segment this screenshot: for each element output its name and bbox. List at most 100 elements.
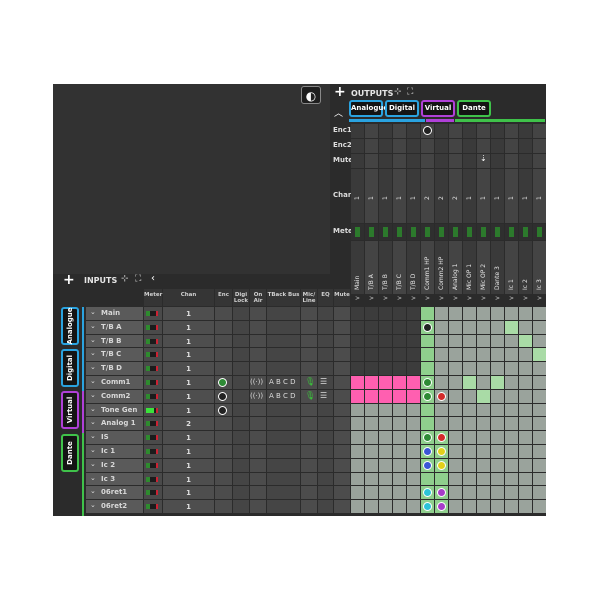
route-cell[interactable]: [519, 500, 532, 513]
input-param-cell[interactable]: [267, 458, 300, 472]
input-param-cell[interactable]: [334, 307, 350, 320]
enc1-indicator[interactable]: [423, 126, 432, 135]
route-cell[interactable]: [533, 389, 546, 403]
route-cell[interactable]: [435, 376, 448, 389]
input-param-cell[interactable]: [233, 403, 249, 417]
input-param-cell[interactable]: [318, 307, 333, 320]
input-param-cell[interactable]: [318, 403, 333, 417]
input-tab-virtual[interactable]: Virtual: [61, 391, 79, 429]
route-cell[interactable]: [407, 403, 420, 417]
route-cell[interactable]: [505, 458, 518, 472]
route-cell[interactable]: [393, 472, 406, 486]
route-point-indicator[interactable]: [423, 447, 432, 456]
route-cell[interactable]: [407, 445, 420, 458]
route-cell[interactable]: [393, 417, 406, 431]
route-cell[interactable]: [379, 458, 392, 472]
output-param-cell[interactable]: [351, 124, 364, 138]
route-point-indicator[interactable]: [437, 447, 446, 456]
output-expand-chevron[interactable]: >: [533, 295, 546, 302]
route-cell[interactable]: [477, 362, 490, 375]
route-cell[interactable]: [533, 417, 546, 431]
input-param-cell[interactable]: [318, 458, 333, 472]
chevron-down-icon[interactable]: ⌄: [90, 460, 96, 468]
input-param-cell[interactable]: [301, 307, 317, 320]
route-cell[interactable]: [379, 362, 392, 375]
route-cell[interactable]: [365, 307, 378, 320]
output-param-cell[interactable]: [519, 154, 532, 168]
route-cell[interactable]: [365, 472, 378, 486]
chevron-up-icon[interactable]: ︿: [334, 106, 343, 119]
route-cell[interactable]: [449, 417, 462, 431]
route-cell[interactable]: [379, 500, 392, 513]
input-param-cell[interactable]: [301, 320, 317, 334]
route-cell[interactable]: [449, 376, 462, 389]
route-cell[interactable]: [505, 431, 518, 444]
output-param-cell[interactable]: [449, 139, 462, 153]
route-cell[interactable]: [421, 334, 434, 348]
route-cell[interactable]: [519, 445, 532, 458]
route-cell[interactable]: [463, 403, 476, 417]
route-cell[interactable]: [533, 472, 546, 486]
route-cell[interactable]: [365, 334, 378, 348]
output-expand-chevron[interactable]: >: [519, 295, 532, 302]
output-param-cell[interactable]: [393, 139, 406, 153]
input-param-cell[interactable]: [267, 362, 300, 375]
route-cell[interactable]: [505, 334, 518, 348]
output-expand-chevron[interactable]: >: [477, 295, 490, 302]
route-cell[interactable]: [435, 320, 448, 334]
output-expand-chevron[interactable]: >: [407, 295, 420, 302]
input-param-cell[interactable]: [250, 362, 266, 375]
input-param-cell[interactable]: [233, 389, 249, 403]
chevron-down-icon[interactable]: ⌄: [90, 336, 96, 344]
route-cell[interactable]: [407, 376, 420, 389]
input-param-cell[interactable]: [334, 389, 350, 403]
expand-icon[interactable]: ⛶: [135, 274, 141, 284]
route-cell[interactable]: [435, 403, 448, 417]
route-cell[interactable]: [393, 500, 406, 513]
eq-icon[interactable]: ☰: [320, 377, 327, 386]
input-param-cell[interactable]: [215, 417, 232, 431]
route-cell[interactable]: [477, 376, 490, 389]
route-cell[interactable]: [533, 307, 546, 320]
route-cell[interactable]: [505, 486, 518, 500]
output-param-cell[interactable]: [491, 154, 504, 168]
input-param-cell[interactable]: [250, 348, 266, 362]
input-param-cell[interactable]: [267, 500, 300, 513]
route-cell[interactable]: [351, 486, 364, 500]
output-param-cell[interactable]: [407, 154, 420, 168]
enc-indicator[interactable]: [218, 378, 227, 387]
route-cell[interactable]: [519, 472, 532, 486]
route-cell[interactable]: [491, 445, 504, 458]
output-param-cell[interactable]: [449, 154, 462, 168]
route-cell[interactable]: [533, 334, 546, 348]
input-param-cell[interactable]: [301, 362, 317, 375]
route-point-indicator[interactable]: [437, 391, 446, 401]
route-cell[interactable]: [491, 334, 504, 348]
input-param-cell[interactable]: [334, 362, 350, 375]
input-param-cell[interactable]: [334, 348, 350, 362]
route-cell[interactable]: [477, 472, 490, 486]
input-param-cell[interactable]: [318, 486, 333, 500]
collapse-icon[interactable]: ⊹: [394, 87, 402, 97]
input-param-cell[interactable]: [233, 472, 249, 486]
input-param-cell[interactable]: [267, 431, 300, 444]
route-cell[interactable]: [393, 348, 406, 362]
route-cell[interactable]: [365, 486, 378, 500]
route-cell[interactable]: [519, 389, 532, 403]
route-cell[interactable]: [533, 500, 546, 513]
input-param-cell[interactable]: [334, 376, 350, 389]
route-cell[interactable]: [393, 403, 406, 417]
chevron-down-icon[interactable]: ⌄: [90, 377, 96, 385]
output-param-cell[interactable]: [505, 154, 518, 168]
route-cell[interactable]: [449, 486, 462, 500]
route-cell[interactable]: [477, 334, 490, 348]
route-cell[interactable]: [379, 334, 392, 348]
input-param-cell[interactable]: [250, 472, 266, 486]
input-param-cell[interactable]: [215, 334, 232, 348]
chevron-down-icon[interactable]: ⌄: [90, 487, 96, 495]
input-param-cell[interactable]: [267, 348, 300, 362]
route-cell[interactable]: [421, 307, 434, 320]
output-param-cell[interactable]: [491, 139, 504, 153]
output-param-cell[interactable]: [477, 124, 490, 138]
input-param-cell[interactable]: [267, 307, 300, 320]
